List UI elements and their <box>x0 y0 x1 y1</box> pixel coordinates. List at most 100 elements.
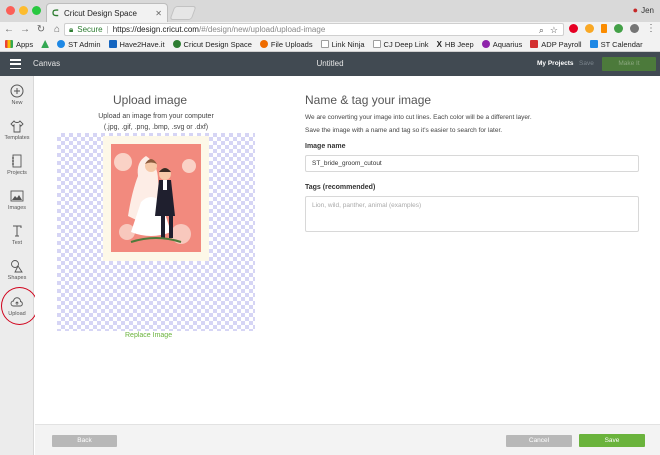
bookmark-label: Cricut Design Space <box>183 39 252 49</box>
tags-label: Tags (recommended) <box>305 184 376 191</box>
bookmark-item[interactable]: ST Admin <box>57 39 101 49</box>
reload-icon[interactable]: ↻ <box>36 22 46 37</box>
page-icon <box>372 40 381 48</box>
form-description-line: We are converting your image into cut li… <box>305 114 532 121</box>
have2have-icon <box>108 40 117 48</box>
globe-icon <box>57 40 66 48</box>
tab-title: Cricut Design Space <box>64 8 137 18</box>
bookmark-label: ADP Payroll <box>541 39 582 49</box>
uploaded-photo <box>103 136 209 261</box>
sidebar-label: Shapes <box>7 275 27 281</box>
close-window-button[interactable] <box>6 6 15 15</box>
pinterest-icon[interactable] <box>569 24 578 33</box>
bookmark-item[interactable]: Cricut Design Space <box>172 39 252 49</box>
replace-image-link[interactable]: Replace Image <box>125 332 172 339</box>
forward-arrow-icon[interactable]: → <box>20 22 30 37</box>
my-projects-link[interactable]: My Projects <box>537 60 574 67</box>
calendar-icon <box>589 40 598 48</box>
image-name-label: Image name <box>305 143 346 150</box>
lock-icon: 🔒︎ <box>69 24 74 34</box>
bookmark-label: HB Jeep <box>444 39 474 49</box>
left-sidebar: New Templates Projects Images Text Shape… <box>0 76 34 455</box>
upload-folder-icon <box>259 40 268 48</box>
search-icon[interactable]: ⌕ <box>539 25 544 36</box>
drive-icon <box>41 40 50 48</box>
pin-icon[interactable] <box>601 24 607 33</box>
aquarius-icon <box>481 40 490 48</box>
bookmark-label: ST Admin <box>68 39 101 49</box>
upload-subtitle-line: Upload an image from your computer <box>98 113 214 120</box>
secure-label: Secure <box>77 25 103 34</box>
notebook-icon <box>12 154 22 168</box>
image-preview <box>57 133 255 331</box>
grammarly-icon[interactable] <box>614 24 623 33</box>
bookmark-label: File Uploads <box>270 39 313 49</box>
bookmark-label: Aquarius <box>492 39 523 49</box>
upload-title: Upload image <box>113 93 188 107</box>
bookmark-item[interactable]: Link Ninja <box>320 39 365 49</box>
sidebar-label: Projects <box>7 170 27 176</box>
text-t-icon <box>13 225 22 237</box>
cricut-favicon-icon: ᑕ <box>52 8 59 18</box>
sidebar-label: Templates <box>4 135 30 141</box>
cricut-icon <box>172 40 181 48</box>
sidebar-item-images[interactable]: Images <box>0 189 34 211</box>
make-it-button[interactable]: Make It <box>602 57 656 71</box>
bookmark-item[interactable]: Apps <box>5 40 33 49</box>
profile-name: Jen <box>641 5 654 15</box>
bookmark-item[interactable]: File Uploads <box>259 39 313 49</box>
menu-dots-icon[interactable]: ⋮ <box>646 24 656 34</box>
apps-grid-icon <box>5 40 13 48</box>
image-name-input[interactable] <box>305 155 639 172</box>
sidebar-item-text[interactable]: Text <box>0 224 34 246</box>
separator: | <box>106 25 109 34</box>
sidebar-label: New <box>11 100 23 106</box>
image-icon <box>10 190 24 202</box>
url-host: https://design.cricut.com <box>112 25 199 34</box>
bookmark-item[interactable] <box>41 40 50 48</box>
emoji-icon[interactable] <box>585 24 594 33</box>
x-logo-icon: X <box>436 39 442 49</box>
bookmark-label: ST Calendar <box>600 39 643 49</box>
bookmark-item[interactable]: CJ Deep Link <box>372 40 429 49</box>
shapes-icon <box>11 260 23 273</box>
extensions-bar: ⋮ <box>569 24 656 34</box>
save-button[interactable]: Save <box>579 434 645 447</box>
bookmark-label: Apps <box>16 39 34 49</box>
bookmark-label: Have2Have.it <box>119 39 165 49</box>
tab-close-icon[interactable]: ✕ <box>155 9 162 18</box>
bookmark-item[interactable]: ST Calendar <box>589 39 643 49</box>
bride-groom-illustration <box>111 144 201 252</box>
star-icon[interactable]: ☆ <box>550 25 558 36</box>
sidebar-label: Text <box>11 240 23 246</box>
shirt-icon <box>10 120 24 133</box>
extension-icon[interactable] <box>630 24 639 33</box>
bookmark-item[interactable]: ADP Payroll <box>530 39 582 49</box>
bookmark-item[interactable]: Aquarius <box>481 39 523 49</box>
bookmark-item[interactable]: X HB Jeep <box>437 40 474 49</box>
sidebar-item-projects[interactable]: Projects <box>0 154 34 176</box>
form-description: We are converting your image into cut li… <box>305 111 645 137</box>
header-save-button[interactable]: Save <box>579 60 594 67</box>
minimize-window-button[interactable] <box>19 6 28 15</box>
sidebar-item-new[interactable]: New <box>0 84 34 106</box>
bookmark-item[interactable]: Have2Have.it <box>108 39 165 49</box>
upload-subtitle: Upload an image from your computer (.jpg… <box>81 111 231 133</box>
back-arrow-icon[interactable]: ← <box>4 22 14 37</box>
address-bar[interactable]: 🔒︎ Secure | https://design.cricut.com/#/… <box>64 23 564 36</box>
home-icon[interactable]: ⌂ <box>52 22 62 37</box>
bookmark-label: Link Ninja <box>331 39 365 49</box>
profile-menu[interactable]: ● Jen <box>633 5 654 15</box>
back-button[interactable]: Back <box>52 435 117 447</box>
form-description-line: Save the image with a name and tag so it… <box>305 127 503 134</box>
cancel-button[interactable]: Cancel <box>506 435 572 447</box>
url-path: /#/design/new/upload/upload-image <box>198 25 326 34</box>
new-tab-button[interactable] <box>169 6 197 20</box>
bookmarks-bar: Apps ST Admin Have2Have.it Cricut Design… <box>0 37 660 52</box>
adp-icon <box>530 40 539 48</box>
sidebar-item-shapes[interactable]: Shapes <box>0 259 34 281</box>
browser-tab[interactable]: ᑕ Cricut Design Space ✕ <box>46 3 168 22</box>
tags-input[interactable] <box>305 196 639 232</box>
maximize-window-button[interactable] <box>32 6 41 15</box>
sidebar-item-templates[interactable]: Templates <box>0 119 34 141</box>
